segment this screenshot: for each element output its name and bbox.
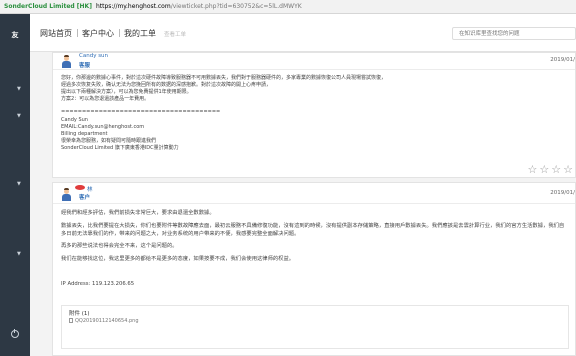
ticket-content: Candy sun 客服 2019/01/ 您好，你那邊的數據心事件，對於這次硬… bbox=[30, 52, 576, 356]
signature-note: 很榮幸為您服務，如有疑問可隨時跟進我們 bbox=[61, 138, 157, 144]
attachment-filename[interactable]: QQ20190112140654.png bbox=[75, 318, 139, 324]
reply-date: 2019/01/ bbox=[550, 57, 575, 63]
customer-reply-date: 2019/01/ bbox=[550, 190, 575, 196]
ip-address: IP Address: 119.123.206.65 bbox=[61, 281, 135, 287]
attachments-box: 附件 (1) QQ20190112140654.png bbox=[61, 305, 569, 349]
signature-company: SonderCloud Limited 旗下廣東香港IDC量計算動力 bbox=[61, 145, 179, 151]
power-icon[interactable] bbox=[11, 329, 19, 338]
site-identity[interactable]: SonderCloud Limited [HK] bbox=[4, 3, 92, 10]
staff-avatar bbox=[61, 55, 71, 68]
chevron-down-icon[interactable]: ▼ bbox=[17, 181, 21, 187]
chevron-down-icon[interactable]: ▼ bbox=[17, 251, 21, 257]
sidebar: 友 ▼ ▼ ▼ ▼ bbox=[0, 14, 30, 356]
reply-line: 您好，你那邊的數據心事件，對於這次硬件故障導致服務器不可用數據丟失，我們對于服務… bbox=[61, 75, 387, 81]
customer-line: 再多的那些说法也得会完全不来，这个是问题的。 bbox=[61, 243, 178, 249]
nav-separator: | bbox=[76, 28, 79, 37]
attachments-title: 附件 (1) bbox=[69, 311, 90, 317]
rating-stars[interactable]: ☆☆☆☆ bbox=[528, 163, 575, 176]
chevron-down-icon[interactable]: ▼ bbox=[17, 113, 21, 119]
chevron-down-icon[interactable]: ▼ bbox=[17, 86, 21, 92]
customer-role: 客户 bbox=[79, 195, 91, 201]
staff-reply-card: Candy sun 客服 2019/01/ 您好，你那邊的數據心事件，對於這次硬… bbox=[52, 52, 576, 178]
divider bbox=[53, 203, 575, 204]
url-path: /viewticket.php?tid=630752&c=5lL.dMWYK bbox=[170, 3, 302, 10]
signature-name: Candy Sun bbox=[61, 117, 88, 123]
sidebar-logo[interactable]: 友 bbox=[0, 30, 30, 40]
reply-line: ====================================== bbox=[61, 109, 221, 115]
browser-address-bar[interactable]: SonderCloud Limited [HK] https://my.heng… bbox=[0, 0, 576, 14]
reply-line: 經過多次恢复失败，确认无法为您挽回所有的数据的深感抱歉。對於這次故障的開上心疼申… bbox=[61, 82, 272, 88]
attachment-link[interactable]: QQ20190112140654.png bbox=[69, 318, 139, 324]
customer-line: 數據丟失，比我們要提在大损失，你们也要附件等數故障應去面，最初云服務不具備修復功… bbox=[61, 223, 565, 229]
nav-home-link[interactable]: 网站首页 bbox=[40, 28, 72, 39]
customer-reply-card: 林 客户 2019/01/ 經我們和經多評估，我們前损失非常巨大，要求由退還全數… bbox=[52, 182, 576, 356]
divider bbox=[53, 69, 575, 70]
signature-department: Billing department bbox=[61, 131, 108, 137]
search-input[interactable] bbox=[452, 27, 576, 40]
customer-author: 林 bbox=[87, 187, 93, 193]
reply-role: 客服 bbox=[79, 63, 91, 69]
reply-line: 提出以下兩種解決方案），可以為您免費提供1年使用期限。 bbox=[61, 89, 192, 95]
url-host: https://my.henghost.com bbox=[95, 3, 171, 10]
signature-email: EMAIL:Candy.sun@henghost.com bbox=[61, 124, 145, 130]
nav-my-tickets-link[interactable]: 我的工单 bbox=[124, 28, 156, 39]
nav-client-center-link[interactable]: 客户中心 bbox=[82, 28, 114, 39]
customer-avatar bbox=[61, 188, 71, 201]
reply-line: 方案2：可以為您退還該產品一年費用。 bbox=[61, 96, 150, 102]
customer-line: 多日前无法靠我们的作，带来的问题之大，对业务系统的用户带来的不便，我感要完整全面… bbox=[61, 231, 300, 237]
nav-view-ticket-label: 查看工单 bbox=[164, 32, 187, 38]
url-field[interactable]: https://my.henghost.com/viewticket.php?t… bbox=[96, 3, 302, 10]
customer-line: 經我們和經多評估，我們前损失非常巨大，要求由退還全數數據。 bbox=[61, 210, 215, 216]
customer-line: 我们在能够找这位，我这里更多的都给不是更多的态度，如果按要不成，我们会使用这律师… bbox=[61, 256, 295, 262]
file-icon bbox=[69, 318, 73, 323]
top-navigation: 网站首页 | 客户中心 | 我的工单 查看工单 bbox=[30, 14, 576, 52]
nav-separator: | bbox=[118, 28, 121, 37]
reply-author: Candy sun bbox=[79, 53, 109, 59]
redacted-name-mark bbox=[75, 185, 85, 190]
